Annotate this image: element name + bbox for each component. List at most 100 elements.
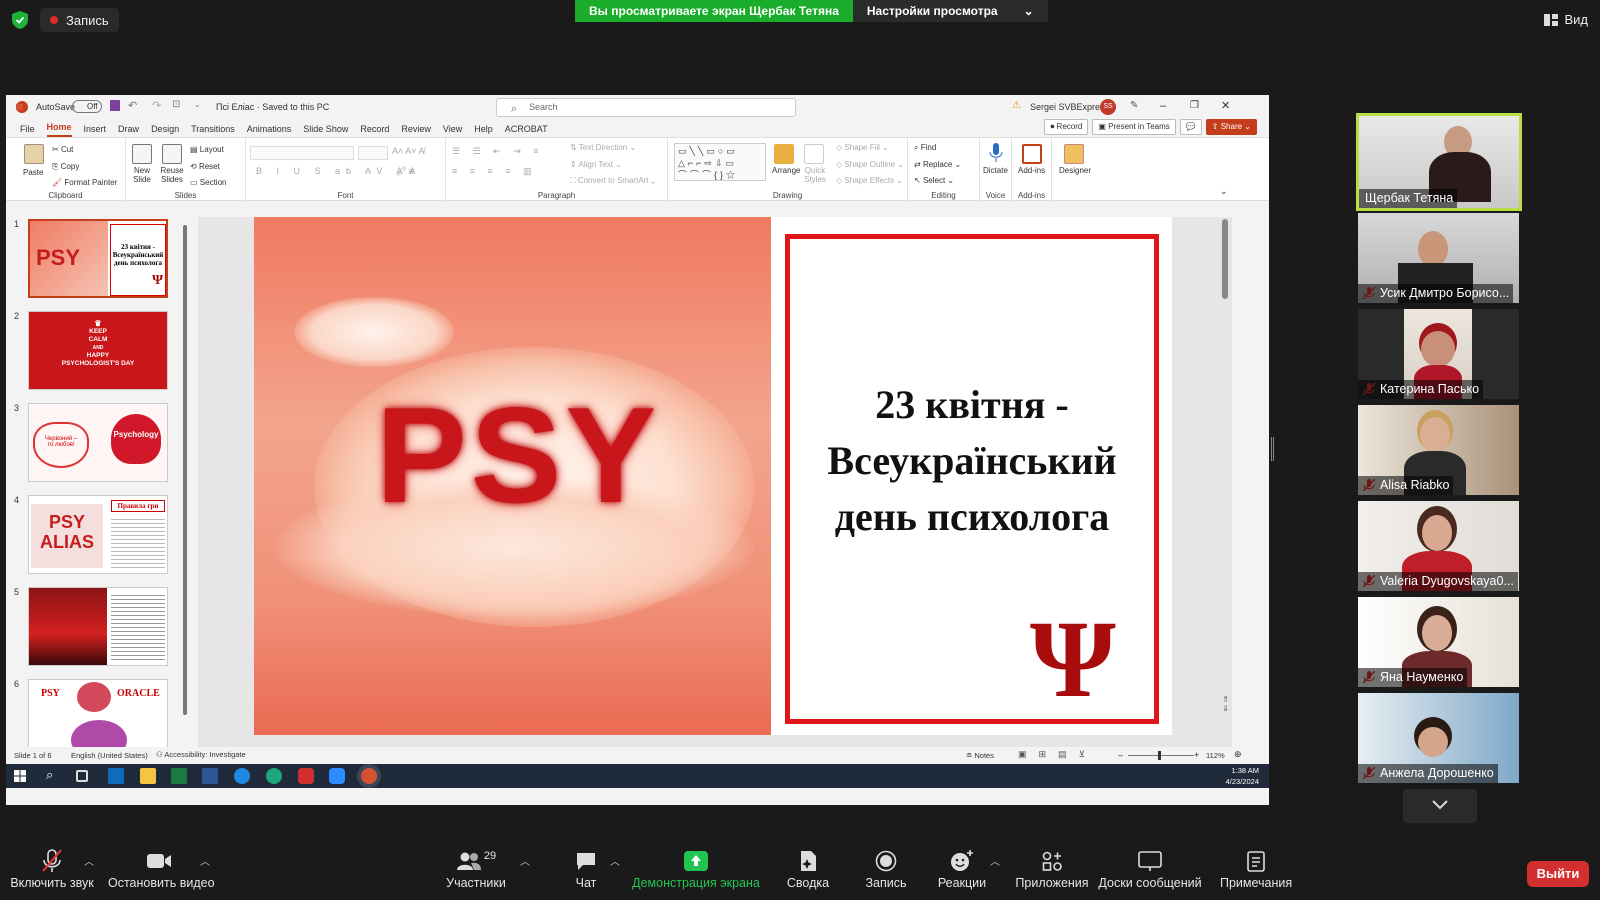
zoom-out-icon[interactable]: –	[1118, 750, 1123, 760]
convert-smartart-button[interactable]: ⛶ Convert to SmartArt ⌄	[570, 176, 655, 186]
record-button[interactable]: Запись	[858, 848, 914, 890]
participant-tile[interactable]: Valeria Dyugovskaya0...	[1358, 501, 1519, 591]
undo-icon[interactable]: ↶	[128, 99, 137, 112]
editor-scrollbar[interactable]	[1222, 219, 1228, 299]
reactions-button[interactable]: Реакции	[936, 848, 988, 890]
cut-button[interactable]: ✂ Cut	[52, 145, 73, 154]
system-clock[interactable]: 1:38 AM 4/23/2024	[1226, 765, 1259, 787]
quick-styles-icon[interactable]	[804, 144, 824, 164]
recording-indicator[interactable]: Запись	[40, 8, 119, 32]
shield-icon[interactable]	[12, 11, 28, 29]
new-slide-icon[interactable]	[132, 144, 152, 164]
restore-icon[interactable]: ❐	[1190, 100, 1199, 111]
participant-tile[interactable]: Alisa Riabko	[1358, 405, 1519, 495]
grow-font-icon[interactable]: A˄ A˅ A̸	[392, 146, 425, 156]
font-size-box[interactable]	[358, 146, 388, 160]
select-button[interactable]: ↖ Select ⌄	[914, 176, 954, 185]
microphone-icon[interactable]	[989, 143, 1003, 163]
copy-button[interactable]: ⎘ Copy	[52, 162, 79, 172]
format-painter-button[interactable]: 🖌 Format Painter	[52, 178, 117, 187]
prev-next-slide-icons[interactable]: ⇑ ⇓	[1222, 695, 1229, 713]
stop-video-button[interactable]: Остановить видео	[108, 848, 215, 890]
pen-icon[interactable]: ✎	[1130, 100, 1138, 111]
word-icon[interactable]	[202, 768, 218, 784]
find-button[interactable]: ⌕ Find	[914, 143, 936, 153]
participant-tile[interactable]: Щербак Тетяна	[1356, 113, 1522, 211]
tab-insert[interactable]: Insert	[84, 124, 107, 137]
search-box[interactable]: ⌕ Search	[496, 98, 796, 117]
apps-button[interactable]: Приложения	[1012, 848, 1092, 890]
slide-thumbnail-1[interactable]: PSY 23 квітня - Всеукраїнський день псих…	[28, 219, 168, 298]
section-button[interactable]: ▭ Section	[190, 178, 226, 187]
slide-thumbnail-3[interactable]: Червоний – то любов! Psychology	[28, 403, 168, 482]
shape-fill-button[interactable]: ◇ Shape Fill ⌄	[836, 143, 889, 152]
video-options-caret[interactable]: ︿	[200, 853, 210, 868]
font-format-icons[interactable]: B I U S ab AV Aa	[256, 166, 419, 176]
powerpoint-taskbar-icon[interactable]	[361, 768, 377, 784]
slide-thumbnail-5[interactable]	[28, 587, 168, 666]
reuse-slides-icon[interactable]	[162, 144, 182, 164]
tab-design[interactable]: Design	[151, 124, 179, 137]
reactions-options-caret[interactable]: ︿	[990, 853, 1000, 868]
zoom-slider-thumb[interactable]	[1158, 751, 1161, 760]
paste-icon[interactable]	[24, 144, 44, 164]
audio-options-caret[interactable]: ︿	[84, 853, 94, 868]
minimize-icon[interactable]: –	[1160, 100, 1166, 112]
arrange-button[interactable]: Arrange	[772, 166, 800, 175]
new-slide-button[interactable]: New Slide	[132, 166, 152, 184]
search-icon[interactable]: ⌕	[46, 767, 53, 783]
current-slide[interactable]: PSY 23 квітня - Всеукраїнський день псих…	[254, 217, 1172, 735]
shape-effects-button[interactable]: ◇ Shape Effects ⌄	[836, 176, 903, 185]
tab-home[interactable]: Home	[46, 122, 72, 137]
fit-slide-icon[interactable]: ⊕	[1234, 749, 1242, 760]
addins-icon[interactable]	[1022, 144, 1042, 164]
tab-review[interactable]: Review	[401, 124, 431, 137]
save-icon[interactable]	[110, 100, 120, 111]
tab-file[interactable]: File	[20, 124, 35, 137]
participants-options-caret[interactable]: ︿	[520, 853, 530, 868]
dictate-button[interactable]: Dictate	[983, 166, 1008, 175]
view-settings-button[interactable]: Настройки просмотра ⌄	[852, 0, 1048, 22]
participant-tile[interactable]: Катерина Пасько	[1358, 309, 1519, 399]
reuse-slides-button[interactable]: Reuse Slides	[160, 166, 184, 184]
comments-icon[interactable]: 💬	[1179, 119, 1202, 135]
user-name[interactable]: Sergei SVBExpress	[1030, 102, 1109, 112]
participant-tile[interactable]: Яна Науменко	[1358, 597, 1519, 687]
present-icon[interactable]: ⊡	[172, 99, 180, 110]
reset-button[interactable]: ⟲ Reset	[190, 162, 220, 171]
view-button[interactable]: Вид	[1544, 12, 1588, 27]
notes-button-zoom[interactable]: Примечания	[1220, 848, 1292, 890]
task-view-icon[interactable]	[76, 770, 88, 782]
leave-meeting-button[interactable]: Выйти	[1527, 861, 1589, 887]
record-ppt-button[interactable]: ⏺ Record	[1044, 119, 1089, 135]
paste-button[interactable]: Paste	[23, 168, 43, 177]
language-indicator[interactable]: English (United States)	[71, 751, 148, 760]
gallery-scroll-down-button[interactable]	[1403, 789, 1477, 823]
chat-options-caret[interactable]: ︿	[610, 853, 620, 868]
tab-animations[interactable]: Animations	[247, 124, 292, 137]
notes-button[interactable]: ≘ Notes	[966, 751, 994, 760]
participant-tile[interactable]: Анжела Дорошенко	[1358, 693, 1519, 783]
unmute-button[interactable]: Включить звук	[8, 848, 96, 890]
collapse-ribbon-icon[interactable]: ⌄	[1220, 186, 1228, 197]
text-direction-button[interactable]: ⇅ Text Direction ⌄	[570, 143, 636, 152]
layout-button[interactable]: ▤ Layout	[190, 145, 224, 154]
slide-thumbnail-4[interactable]: PSY ALIAS Правила гри	[28, 495, 168, 574]
font-color-icon[interactable]: 🖍 A	[396, 166, 415, 177]
present-in-teams-button[interactable]: ▣ Present in Teams	[1092, 119, 1176, 135]
chat-button[interactable]: Чат	[566, 848, 606, 890]
replace-button[interactable]: ⇄ Replace ⌄	[914, 160, 961, 169]
outlook-icon[interactable]	[108, 768, 124, 784]
thumbnail-scrollbar[interactable]	[182, 219, 188, 739]
excel-icon[interactable]	[171, 768, 187, 784]
tab-draw[interactable]: Draw	[118, 124, 139, 137]
user-avatar[interactable]: SS	[1100, 99, 1116, 115]
tab-transitions[interactable]: Transitions	[191, 124, 235, 137]
close-icon[interactable]: ✕	[1221, 99, 1230, 112]
quick-styles-button[interactable]: Quick Styles	[802, 166, 828, 184]
shapes-gallery[interactable]: ▭╲╲▭○▭ △⌐⌐⇨⇩▭ ⌒⌒⌒{}☆	[674, 143, 766, 181]
edge-icon[interactable]	[266, 768, 282, 784]
autosave-toggle[interactable]: Off	[72, 100, 102, 113]
redo-icon[interactable]: ↷	[152, 99, 161, 112]
share-screen-button[interactable]: Демонстрация экрана	[630, 848, 762, 890]
